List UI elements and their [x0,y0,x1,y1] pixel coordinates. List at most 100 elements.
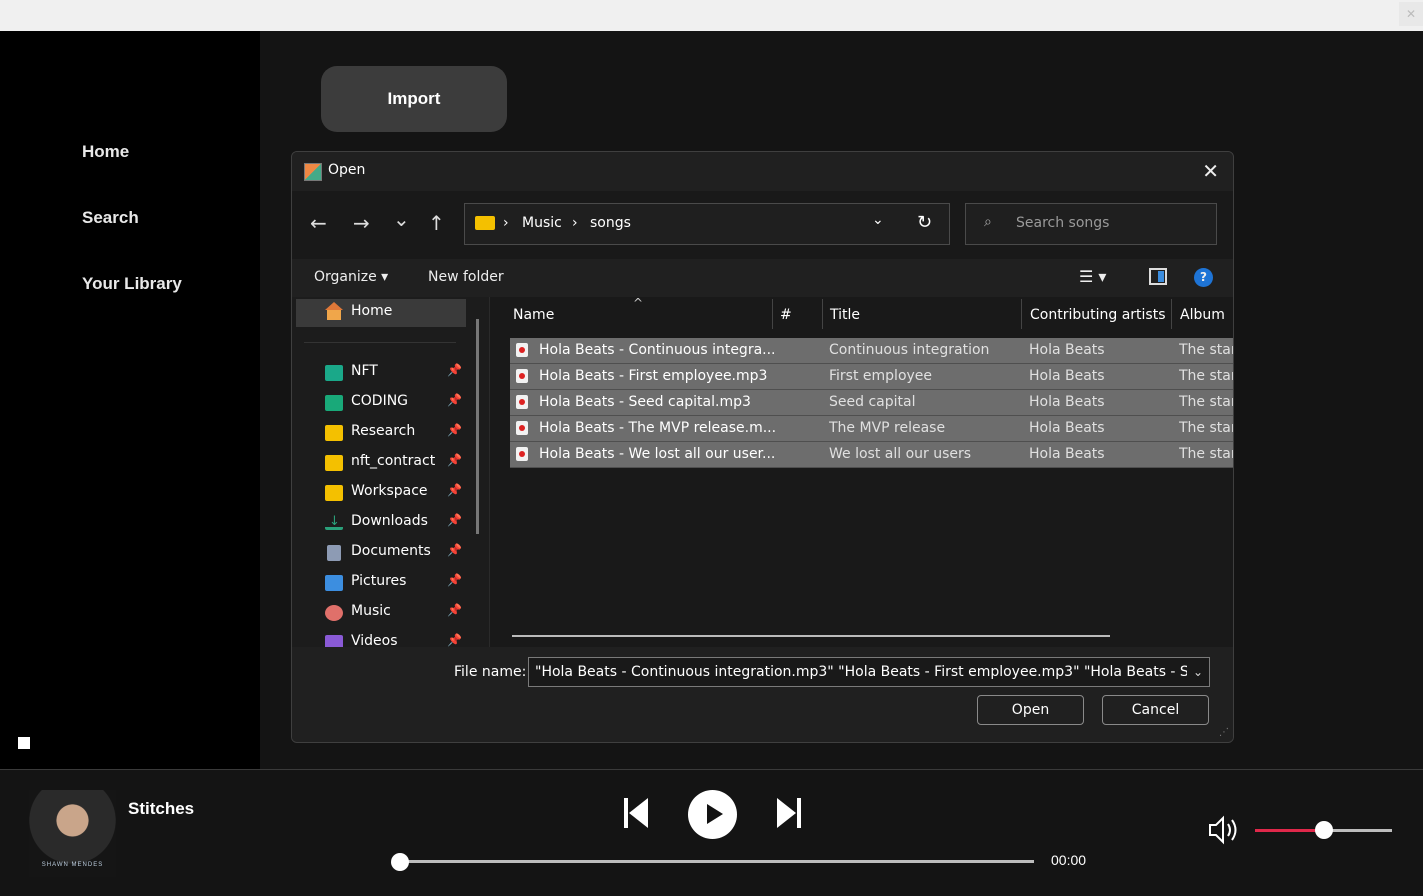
address-dropdown-chevron-icon[interactable]: ⌄ [872,212,884,228]
pin-icon[interactable]: 📌 [447,363,462,377]
now-playing-title: Stitches [128,799,195,818]
progress-track[interactable] [400,860,1034,863]
previous-track-icon[interactable] [620,795,652,831]
nav-item-music[interactable]: Music 📌 [292,599,472,627]
file-artist: Hola Beats [1029,420,1105,436]
home-icon [325,302,343,321]
window-close-icon[interactable]: ✕ [1399,2,1423,26]
breadcrumb-music[interactable]: Music [522,215,562,231]
sidebar-item-library[interactable]: Your Library [82,274,182,294]
divider [304,342,456,343]
file-row[interactable]: Hola Beats - Continuous integra... Conti… [510,338,1233,364]
nav-item-label: Music [351,603,391,619]
volume-knob[interactable] [1314,821,1333,839]
nav-pane-scrollbar[interactable] [476,319,479,534]
column-divider[interactable] [1171,299,1172,329]
nav-item-coding[interactable]: CODING 📌 [292,389,472,417]
back-arrow-icon[interactable]: ← [310,211,327,235]
pin-icon[interactable]: 📌 [447,393,462,407]
album-art: SHAWN MENDES [29,790,116,877]
column-divider[interactable] [822,299,823,329]
nav-item-research[interactable]: Research 📌 [292,419,472,447]
pin-icon[interactable]: 📌 [447,513,462,527]
nav-item-pictures[interactable]: Pictures 📌 [292,569,472,597]
nav-item-nft-contract[interactable]: nft_contract 📌 [292,449,472,477]
open-button[interactable]: Open [977,695,1084,725]
file-album: The star [1179,446,1233,462]
audio-file-icon [516,421,528,435]
pin-icon[interactable]: 📌 [447,453,462,467]
sort-ascending-icon: ^ [633,297,644,310]
pin-icon[interactable]: 📌 [447,573,462,587]
forward-arrow-icon[interactable]: → [353,211,370,235]
download-arrow-icon: ↓ [325,515,343,530]
dialog-close-icon[interactable]: ✕ [1202,159,1219,183]
play-button[interactable] [688,790,737,839]
next-track-icon[interactable] [773,795,805,831]
pin-icon[interactable]: 📌 [447,633,462,647]
sidebar [0,31,260,769]
view-options-icon[interactable]: ☰ ▾ [1079,267,1106,286]
file-artist: Hola Beats [1029,446,1105,462]
file-list-pane: Name ^ # Title Contributing artists Albu… [490,297,1233,647]
up-arrow-icon[interactable]: ↑ [428,211,445,235]
nav-item-label: nft_contract [351,453,436,469]
chevron-down-icon[interactable]: ⌄ [1187,658,1209,686]
column-header-title[interactable]: Title [830,297,860,335]
folder-icon [325,425,343,441]
organize-menu[interactable]: Organize ▾ [314,269,388,285]
nav-item-label: NFT [351,363,378,379]
recent-locations-chevron-icon[interactable]: ⌄ [393,207,410,231]
audio-file-icon [516,369,528,383]
volume-icon[interactable] [1206,812,1242,848]
column-header-album[interactable]: Album [1180,297,1225,335]
file-row[interactable]: Hola Beats - First employee.mp3 First em… [510,364,1233,390]
column-header-number[interactable]: # [780,297,792,335]
breadcrumb-songs[interactable]: songs [590,215,631,231]
search-input[interactable]: Search songs [1016,215,1109,231]
cancel-button[interactable]: Cancel [1102,695,1209,725]
nav-item-workspace[interactable]: Workspace 📌 [292,479,472,507]
file-artist: Hola Beats [1029,342,1105,358]
new-folder-button[interactable]: New folder [428,269,504,285]
pin-icon[interactable]: 📌 [447,603,462,617]
app-titlebar: ✕ [0,0,1423,31]
resize-grip-icon[interactable]: ⋰ [1219,727,1229,738]
progress-knob[interactable] [391,853,409,871]
folder-icon [325,455,343,471]
pin-icon[interactable]: 📌 [447,483,462,497]
pin-icon[interactable]: 📌 [447,543,462,557]
column-header-name[interactable]: Name [513,297,554,335]
nav-item-downloads[interactable]: ↓ Downloads 📌 [292,509,472,537]
sidebar-item-home[interactable]: Home [82,142,129,162]
nav-item-documents[interactable]: Documents 📌 [292,539,472,567]
column-divider[interactable] [1021,299,1022,329]
file-album: The star [1179,368,1233,384]
horizontal-scrollbar[interactable] [512,635,1110,637]
file-row[interactable]: Hola Beats - Seed capital.mp3 Seed capit… [510,390,1233,416]
pictures-icon [325,575,343,591]
sidebar-item-search[interactable]: Search [82,208,139,228]
address-bar[interactable]: › Music › songs ⌄ ↻ [464,203,950,245]
nav-item-nft[interactable]: NFT 📌 [292,359,472,387]
file-name-field[interactable]: "Hola Beats - Continuous integration.mp3… [528,657,1210,687]
file-row[interactable]: Hola Beats - The MVP release.m... The MV… [510,416,1233,442]
album-art-text: SHAWN MENDES [41,862,104,868]
help-icon[interactable]: ? [1194,268,1213,287]
preview-pane-icon[interactable] [1149,268,1167,285]
breadcrumb-separator: › [572,215,578,231]
folder-icon [475,216,495,230]
column-divider[interactable] [772,299,773,329]
file-artist: Hola Beats [1029,394,1105,410]
navigation-pane: Home NFT 📌 CODING 📌 Research 📌 nft_contr… [292,297,489,651]
import-button[interactable]: Import [321,66,507,132]
search-box[interactable]: ⌕ Search songs [965,203,1217,245]
breadcrumb-separator: › [503,215,509,231]
file-row[interactable]: Hola Beats - We lost all our user... We … [510,442,1233,468]
stop-icon[interactable] [18,737,30,749]
column-header-artists[interactable]: Contributing artists [1030,297,1166,335]
file-title: First employee [829,368,933,384]
pin-icon[interactable]: 📌 [447,423,462,437]
nav-home[interactable]: Home [296,299,466,327]
refresh-icon[interactable]: ↻ [917,212,932,233]
